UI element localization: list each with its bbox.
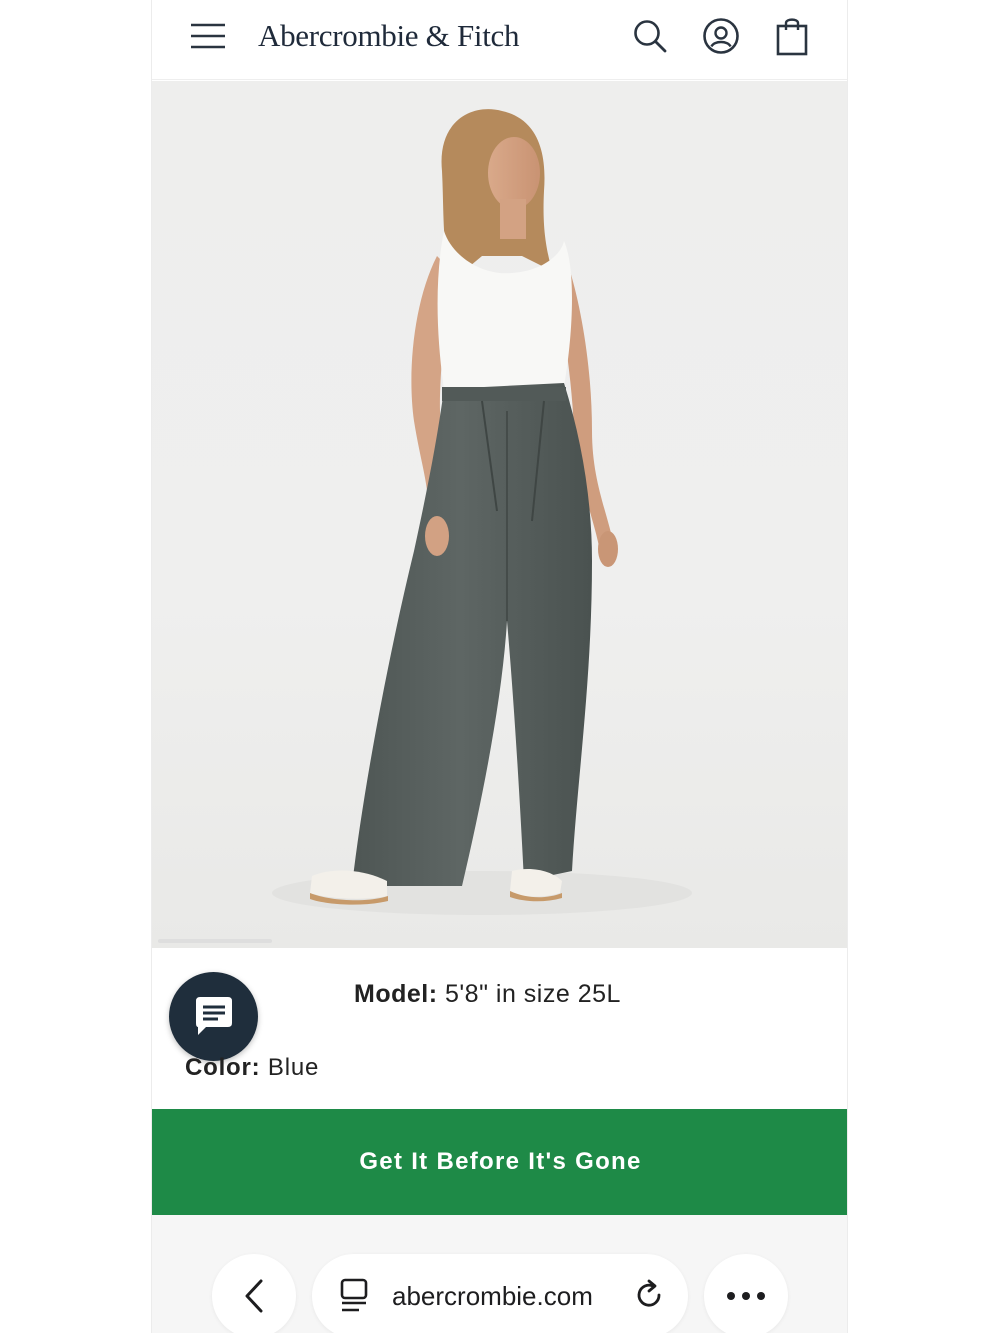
model-info: Model: 5'8" in size 25L	[354, 980, 621, 1009]
more-icon	[727, 1292, 765, 1300]
phone-screen: Abercrombie & Fitch Model: 5'8" in size …	[151, 0, 848, 1333]
color-info: Color: Blue	[185, 1054, 319, 1082]
product-image[interactable]	[152, 81, 847, 948]
more-button[interactable]	[704, 1254, 788, 1333]
model-value: 5'8" in size 25L	[445, 980, 621, 1008]
back-icon	[245, 1279, 263, 1313]
site-header: Abercrombie & Fitch	[152, 0, 847, 80]
chat-button[interactable]	[169, 972, 258, 1061]
account-button[interactable]	[699, 14, 743, 58]
url-text[interactable]: abercrombie.com	[392, 1281, 593, 1312]
image-scroll-indicator	[158, 939, 272, 943]
account-icon	[703, 18, 739, 54]
search-button[interactable]	[628, 14, 672, 58]
chat-icon	[195, 996, 232, 1035]
address-bar[interactable]: abercrombie.com	[312, 1254, 688, 1333]
bag-button[interactable]	[770, 14, 814, 58]
color-value: Blue	[267, 1054, 320, 1081]
menu-icon	[191, 23, 225, 49]
shopping-bag-icon	[776, 18, 808, 56]
model-label: Model:	[354, 980, 438, 1008]
reload-icon[interactable]	[632, 1278, 666, 1312]
back-button[interactable]	[212, 1254, 296, 1333]
color-label: Color:	[185, 1054, 261, 1081]
brand-logo[interactable]: Abercrombie & Fitch	[258, 16, 519, 56]
cta-button[interactable]: Get It Before It's Gone	[152, 1109, 847, 1215]
menu-button[interactable]	[186, 14, 230, 58]
search-icon	[634, 20, 667, 53]
browser-toolbar: abercrombie.com	[152, 1215, 847, 1333]
tabs-icon[interactable]	[338, 1277, 370, 1315]
